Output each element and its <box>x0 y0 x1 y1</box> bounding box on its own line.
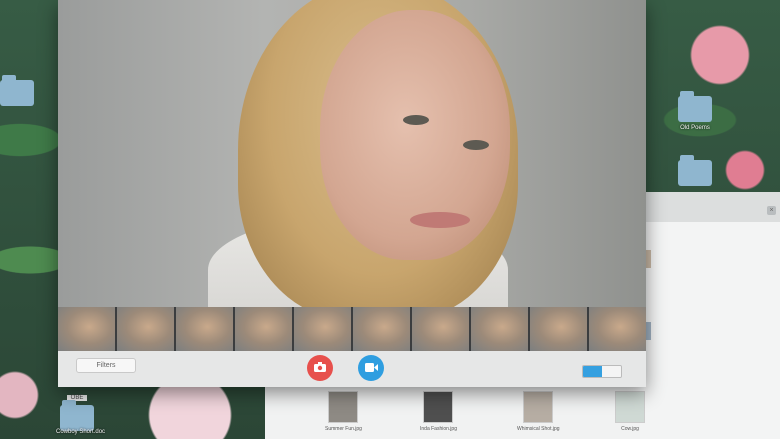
photo-thumbnail[interactable] <box>117 307 174 351</box>
file-thumbnail <box>328 391 359 423</box>
desktop-icon-label: Cowboy Short.doc <box>56 429 106 435</box>
finder-window: × <box>640 192 780 439</box>
desktop-icon-label: Old Poems <box>680 125 710 131</box>
preview-eye <box>403 115 429 125</box>
folder-icon <box>678 91 712 122</box>
desktop-folder[interactable] <box>678 155 712 186</box>
file-item[interactable]: Inda Fashion.jpg <box>420 391 457 432</box>
photo-thumbnail[interactable] <box>353 307 410 351</box>
close-icon[interactable]: × <box>767 206 776 215</box>
camera-icon <box>314 361 326 375</box>
view-toggle[interactable] <box>582 365 622 378</box>
file-label: Cow.jpg <box>621 426 639 432</box>
file-item[interactable]: Cow.jpg <box>615 391 645 432</box>
file-thumbnail <box>523 391 554 423</box>
file-item[interactable]: Summer Fun.jpg <box>325 391 362 432</box>
photo-thumbnail[interactable] <box>471 307 528 351</box>
desktop-files-area: Summer Fun.jpg Inda Fashion.jpg Whimsica… <box>265 385 645 439</box>
file-thumbnail <box>423 391 454 423</box>
finder-titlebar: × <box>640 192 780 222</box>
photo-thumbnail[interactable] <box>176 307 233 351</box>
thumbnail-strip <box>58 307 646 351</box>
photo-thumbnail[interactable] <box>589 307 646 351</box>
filters-button[interactable]: Filters <box>76 358 136 373</box>
single-view-toggle[interactable] <box>583 366 602 377</box>
folder-icon <box>0 75 34 106</box>
camera-preview <box>58 0 646 307</box>
photo-thumbnail[interactable] <box>412 307 469 351</box>
controls-bar: Filters <box>58 351 646 387</box>
desktop-folder-icon[interactable] <box>0 75 34 106</box>
record-video-button[interactable] <box>358 355 384 381</box>
video-camera-icon <box>364 361 378 375</box>
desktop-folder-old-poems[interactable]: Old Poems <box>678 91 712 131</box>
preview-lips <box>410 212 470 228</box>
take-photo-button[interactable] <box>307 355 333 381</box>
grid-view-toggle[interactable] <box>602 366 621 377</box>
file-label: Summer Fun.jpg <box>325 426 362 432</box>
file-label: Inda Fashion.jpg <box>420 426 457 432</box>
photo-thumbnail[interactable] <box>58 307 115 351</box>
file-label: Whimsical Shot.jpg <box>517 426 560 432</box>
photo-thumbnail[interactable] <box>530 307 587 351</box>
photo-thumbnail[interactable] <box>235 307 292 351</box>
file-thumbnail <box>615 391 645 423</box>
desktop-file-cowboy-short[interactable]: Cowboy Short.doc <box>56 426 105 435</box>
preview-eye <box>463 140 489 150</box>
file-item[interactable]: Whimsical Shot.jpg <box>517 391 560 432</box>
folder-icon <box>678 155 712 186</box>
photobooth-window: Filters <box>58 0 646 387</box>
photo-thumbnail[interactable] <box>294 307 351 351</box>
